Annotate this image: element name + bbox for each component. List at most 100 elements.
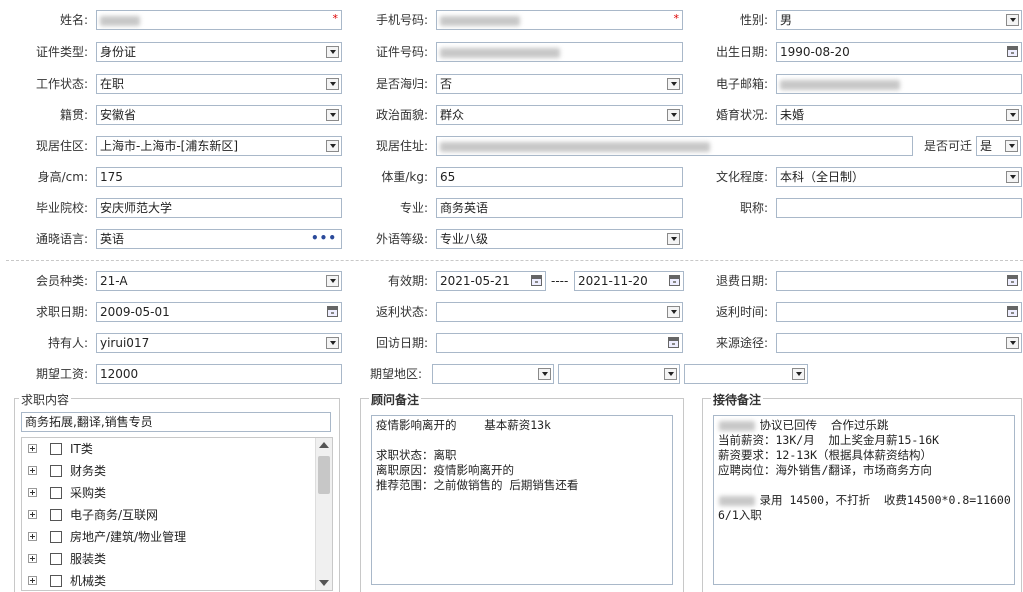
chevron-down-icon[interactable]	[667, 306, 680, 318]
source-select[interactable]	[776, 333, 1022, 353]
tree-item[interactable]: 机械类	[22, 570, 314, 590]
plus-expand-icon[interactable]	[28, 466, 37, 475]
idtype-select[interactable]: 身份证	[96, 42, 342, 62]
chevron-down-icon[interactable]	[1006, 171, 1019, 183]
name-field[interactable]: *	[96, 10, 342, 30]
chevron-down-icon[interactable]	[1006, 109, 1019, 121]
relocate-select[interactable]: 是	[976, 136, 1021, 156]
gender-select[interactable]: 男	[776, 10, 1022, 30]
tree-item[interactable]: 服装类	[22, 548, 314, 570]
political-select[interactable]: 群众	[436, 105, 683, 125]
address-field[interactable]	[436, 136, 913, 156]
overseas-select[interactable]: 否	[436, 74, 683, 94]
chevron-down-icon[interactable]	[326, 109, 339, 121]
valid-from-field[interactable]: 2021-05-21	[436, 271, 546, 291]
phone-field[interactable]: *	[436, 10, 683, 30]
plus-expand-icon[interactable]	[28, 532, 37, 541]
tree-item[interactable]: 财务类	[22, 460, 314, 482]
area-province-select[interactable]	[432, 364, 554, 384]
email-field[interactable]	[776, 74, 1022, 94]
calendar-icon[interactable]	[1007, 46, 1018, 57]
member-type-select[interactable]: 21-A	[96, 271, 342, 291]
chevron-down-icon[interactable]	[326, 46, 339, 58]
holder-select[interactable]: yirui017	[96, 333, 342, 353]
checkbox-icon[interactable]	[50, 553, 62, 565]
job-selected-field[interactable]: 商务拓展,翻译,销售专员	[21, 412, 331, 432]
tree-item[interactable]: 采购类	[22, 482, 314, 504]
scroll-thumb[interactable]	[318, 456, 330, 494]
reception-notes-textarea[interactable]: 协议已回传 合作过乐跳 当前薪资：13K/月 加上奖金月薪15-16K 薪资要求…	[713, 415, 1015, 585]
chevron-down-icon[interactable]	[326, 337, 339, 349]
plus-expand-icon[interactable]	[28, 576, 37, 585]
refund-date-field[interactable]	[776, 271, 1022, 291]
title-field[interactable]	[776, 198, 1022, 218]
calendar-icon[interactable]	[1007, 306, 1018, 317]
scroll-down-icon[interactable]	[319, 580, 329, 586]
chevron-down-icon[interactable]	[538, 368, 551, 380]
reception-notes-title: 接待备注	[711, 391, 764, 408]
area-district-select[interactable]	[684, 364, 808, 384]
marital-select[interactable]: 未婚	[776, 105, 1022, 125]
chevron-down-icon[interactable]	[1005, 140, 1018, 152]
title-label: 职称:	[739, 201, 768, 215]
tree-item[interactable]: IT类	[22, 438, 314, 460]
advisor-notes-textarea[interactable]: 疫情影响离开的 基本薪资13k 求职状态：离职 离职原因：疫情影响离开的 推荐范…	[371, 415, 673, 585]
tree-item-label: 财务类	[70, 464, 107, 478]
chevron-down-icon[interactable]	[667, 109, 680, 121]
calendar-icon[interactable]	[531, 275, 542, 286]
region-label: 现居住区:	[35, 139, 88, 153]
chevron-down-icon[interactable]	[1006, 337, 1019, 349]
chevron-down-icon[interactable]	[667, 233, 680, 245]
school-field[interactable]: 安庆师范大学	[96, 198, 342, 218]
tree-scrollbar[interactable]	[315, 438, 332, 590]
scroll-up-icon[interactable]	[319, 442, 329, 448]
overseas-label: 是否海归:	[375, 77, 428, 91]
height-field[interactable]: 175	[96, 167, 342, 187]
native-select[interactable]: 安徽省	[96, 105, 342, 125]
rebate-time-field[interactable]	[776, 302, 1022, 322]
birth-date-field[interactable]: 1990-08-20	[776, 42, 1022, 62]
political-label: 政治面貌:	[375, 108, 428, 122]
calendar-icon[interactable]	[669, 275, 680, 286]
checkbox-icon[interactable]	[50, 531, 62, 543]
langlevel-select[interactable]: 专业八级	[436, 229, 683, 249]
job-date-field[interactable]: 2009-05-01	[96, 302, 342, 322]
area-city-select[interactable]	[558, 364, 680, 384]
plus-expand-icon[interactable]	[28, 554, 37, 563]
more-options-icon[interactable]: •••	[311, 230, 337, 247]
tree-item[interactable]: 房地产/建筑/物业管理	[22, 526, 314, 548]
redacted-address	[440, 141, 710, 152]
salary-field[interactable]: 12000	[96, 364, 342, 384]
region-select[interactable]: 上海市-上海市-[浦东新区]	[96, 136, 342, 156]
chevron-down-icon[interactable]	[664, 368, 677, 380]
chevron-down-icon[interactable]	[1006, 14, 1019, 26]
tree-item[interactable]: 电子商务/互联网	[22, 504, 314, 526]
visit-date-field[interactable]	[436, 333, 683, 353]
calendar-icon[interactable]	[1007, 275, 1018, 286]
chevron-down-icon[interactable]	[326, 275, 339, 287]
plus-expand-icon[interactable]	[28, 510, 37, 519]
plus-expand-icon[interactable]	[28, 488, 37, 497]
calendar-icon[interactable]	[327, 306, 338, 317]
valid-to-field[interactable]: 2021-11-20	[574, 271, 684, 291]
calendar-icon[interactable]	[668, 337, 679, 348]
major-field[interactable]: 商务英语	[436, 198, 683, 218]
checkbox-icon[interactable]	[50, 509, 62, 521]
checkbox-icon[interactable]	[50, 465, 62, 477]
education-select[interactable]: 本科（全日制）	[776, 167, 1022, 187]
checkbox-icon[interactable]	[50, 443, 62, 455]
work-select[interactable]: 在职	[96, 74, 342, 94]
idno-field[interactable]	[436, 42, 683, 62]
chevron-down-icon[interactable]	[326, 78, 339, 90]
area-label: 期望地区:	[369, 367, 422, 381]
checkbox-icon[interactable]	[50, 575, 62, 587]
checkbox-icon[interactable]	[50, 487, 62, 499]
rebate-status-select[interactable]	[436, 302, 683, 322]
chevron-down-icon[interactable]	[667, 78, 680, 90]
redacted-email	[780, 79, 900, 90]
language-field[interactable]: 英语 •••	[96, 229, 342, 249]
weight-field[interactable]: 65	[436, 167, 683, 187]
chevron-down-icon[interactable]	[326, 140, 339, 152]
chevron-down-icon[interactable]	[792, 368, 805, 380]
plus-expand-icon[interactable]	[28, 444, 37, 453]
